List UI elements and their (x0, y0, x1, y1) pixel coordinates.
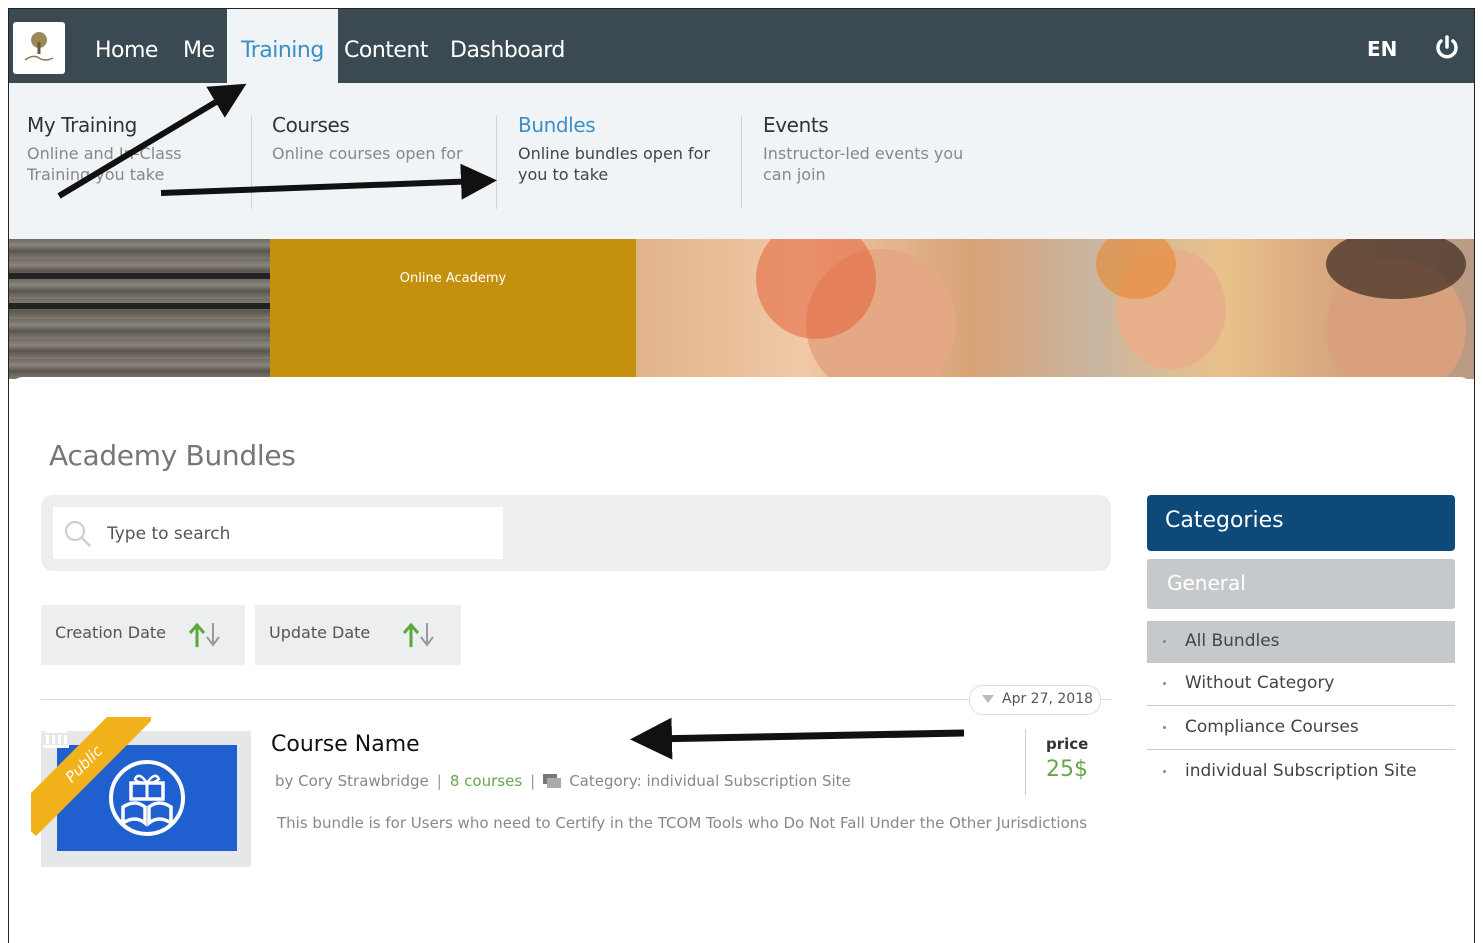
search-bar (41, 495, 1111, 571)
caret-down-icon (982, 695, 994, 703)
bundle-courses-link[interactable]: 8 courses (450, 772, 522, 790)
bundle-name[interactable]: Course Name (271, 732, 420, 757)
bundle-category: Category: individual Subscription Site (569, 772, 851, 790)
bundle-date: Apr 27, 2018 (969, 685, 1101, 715)
submenu-events[interactable]: Events Instructor-led events you can join (763, 113, 983, 185)
wood-texture-image (9, 239, 270, 379)
institution-icon (43, 727, 69, 748)
sort-arrows-icon (402, 622, 434, 647)
nav-training[interactable]: Training (227, 9, 338, 83)
submenu-divider (251, 115, 252, 209)
banner-label: Online Academy (399, 271, 507, 286)
list-separator (41, 699, 1111, 700)
category-group-general[interactable]: General (1147, 559, 1455, 609)
bullet-icon (1163, 770, 1166, 773)
submenu-divider (496, 115, 497, 209)
price-label: price (1046, 735, 1089, 753)
price-value: 25$ (1046, 757, 1088, 782)
bullet-icon (1163, 726, 1166, 729)
search-icon (65, 521, 91, 547)
app-window: Home Me Training Content Dashboard EN My… (8, 8, 1475, 943)
nav-dashboard[interactable]: Dashboard (450, 9, 565, 83)
submenu-desc: Online and In-Class Training you take (27, 144, 182, 184)
submenu-bundles[interactable]: Bundles Online bundles open for you to ta… (518, 113, 738, 185)
search-box (53, 507, 503, 561)
bullet-icon (1163, 682, 1166, 685)
submenu-divider (741, 115, 742, 209)
bullet-icon (1163, 640, 1166, 643)
training-submenu: My Training Online and In-Class Training … (9, 83, 1474, 239)
price-box: price 25$ (1025, 729, 1106, 795)
sort-label: Update Date (269, 623, 371, 642)
category-item-without-category[interactable]: Without Category (1147, 663, 1455, 706)
logo[interactable] (13, 22, 65, 74)
tree-logo-icon (24, 32, 54, 61)
submenu-title: Courses (272, 113, 350, 137)
nav-content[interactable]: Content (344, 9, 429, 83)
category-icon (543, 774, 562, 788)
bundle-description: This bundle is for Users who need to Cer… (277, 814, 1088, 832)
hero-banner: Online Academy (9, 239, 1474, 379)
submenu-title: My Training (27, 113, 137, 137)
bundle-author: by Cory Strawbridge (275, 772, 429, 790)
submenu-title: Events (763, 113, 829, 137)
category-item-individual-subscription[interactable]: individual Subscription Site (1147, 751, 1455, 793)
categories-header: Categories (1147, 495, 1455, 551)
bundle-meta: by Cory Strawbridge | 8 courses | Category: … (275, 772, 851, 790)
page-title: Academy Bundles (49, 439, 296, 472)
submenu-courses[interactable]: Courses Online courses open for (272, 113, 492, 164)
children-photo (636, 239, 1474, 379)
category-item-compliance-courses[interactable]: Compliance Courses (1147, 707, 1455, 750)
academy-label-panel: Online Academy (270, 239, 636, 379)
submenu-desc: Instructor-led events you can join (763, 144, 964, 184)
top-navigation: Home Me Training Content Dashboard EN (9, 9, 1474, 83)
submenu-title: Bundles (518, 113, 596, 137)
sort-label: Creation Date (55, 623, 167, 642)
submenu-my-training[interactable]: My Training Online and In-Class Training … (27, 113, 247, 185)
sort-creation-date-button[interactable]: Creation Date (41, 605, 245, 665)
category-item-all-bundles[interactable]: All Bundles (1147, 621, 1455, 663)
submenu-desc: Online bundles open for you to take (518, 144, 711, 184)
nav-me[interactable]: Me (183, 9, 215, 83)
sort-update-date-button[interactable]: Update Date (255, 605, 461, 665)
search-input[interactable] (105, 507, 489, 561)
nav-home[interactable]: Home (95, 9, 158, 83)
power-icon[interactable] (1434, 35, 1460, 61)
submenu-desc: Online courses open for (272, 144, 463, 163)
sort-arrows-icon (188, 622, 220, 647)
public-ribbon: Public (31, 717, 151, 837)
main-content: Academy Bundles Creation Date Update Dat… (9, 377, 1474, 943)
language-selector[interactable]: EN (1367, 9, 1397, 89)
